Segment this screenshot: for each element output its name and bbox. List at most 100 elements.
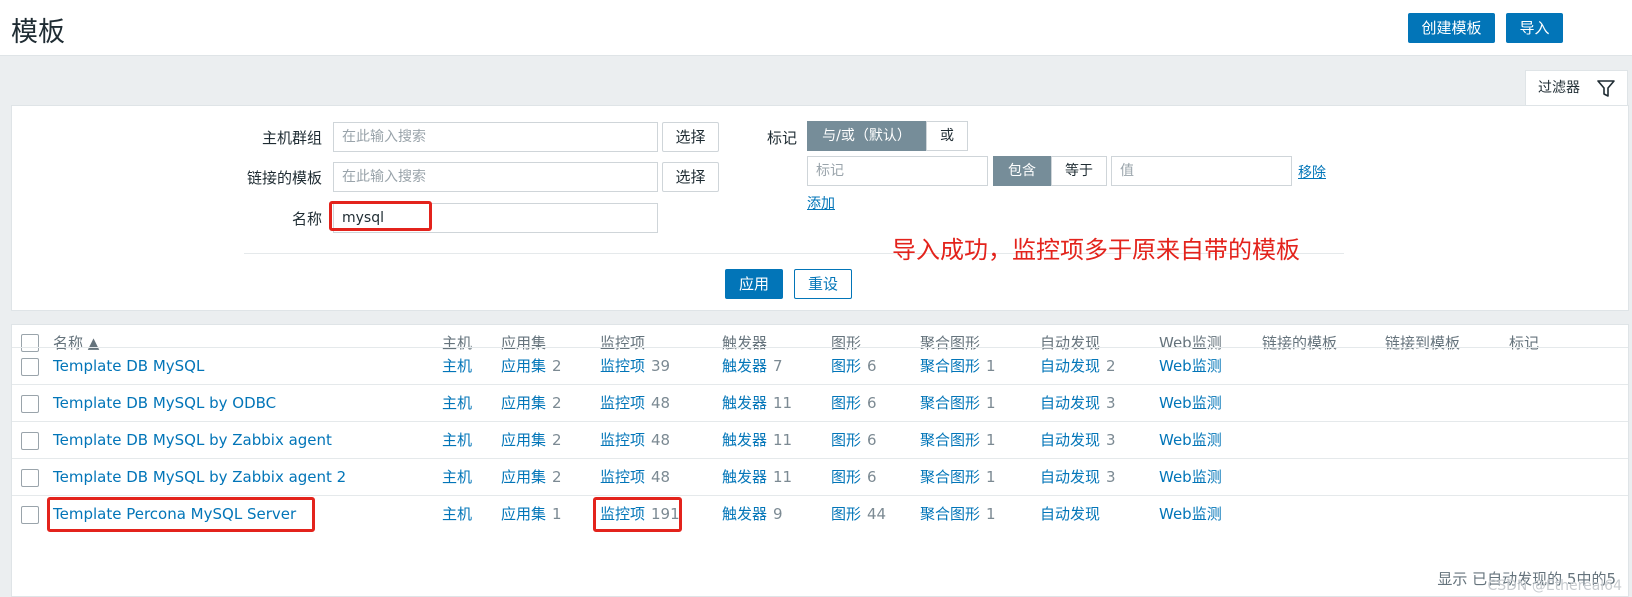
discovery-link[interactable]: 自动发现 [1040, 394, 1100, 412]
linked-template-input[interactable]: 在此输入搜索 [333, 162, 658, 192]
applications-count: 2 [552, 357, 562, 375]
linked-template-select-button[interactable]: 选择 [662, 162, 719, 192]
triggers-link[interactable]: 触发器 [722, 505, 767, 523]
items-count: 48 [651, 394, 671, 412]
discovery-link[interactable]: 自动发现 [1040, 431, 1100, 449]
cell-triggers: 触发器 11 [722, 422, 792, 460]
tag-remove-link[interactable]: 移除 [1298, 162, 1326, 182]
screens-link[interactable]: 聚合图形 [920, 394, 980, 412]
triggers-link[interactable]: 触发器 [722, 468, 767, 486]
screens-link[interactable]: 聚合图形 [920, 505, 980, 523]
items-link[interactable]: 监控项 [600, 505, 645, 523]
triggers-link[interactable]: 触发器 [722, 394, 767, 412]
cell-triggers: 触发器 7 [722, 348, 783, 386]
items-link[interactable]: 监控项 [600, 431, 645, 449]
screens-count: 1 [986, 468, 996, 486]
template-name-link[interactable]: Template DB MySQL by Zabbix agent [53, 422, 332, 460]
applications-count: 2 [552, 394, 562, 412]
cell-graphs: 图形 6 [831, 459, 877, 497]
triggers-link[interactable]: 触发器 [722, 357, 767, 375]
cell-items: 监控项 48 [600, 385, 670, 423]
triggers-count: 11 [773, 394, 793, 412]
screens-link[interactable]: 聚合图形 [920, 357, 980, 375]
tag-name-input[interactable]: 标记 [807, 156, 988, 186]
applications-count: 1 [552, 505, 562, 523]
web-link[interactable]: Web监测 [1159, 505, 1222, 523]
host-group-select-button[interactable]: 选择 [662, 122, 719, 152]
hosts-link[interactable]: 主机 [442, 394, 472, 412]
tag-op-contains[interactable]: 包含 [993, 156, 1051, 186]
template-name-link[interactable]: Template Percona MySQL Server [53, 496, 296, 534]
tag-value-input[interactable]: 值 [1111, 156, 1292, 186]
filter-tab[interactable]: 过滤器 [1525, 70, 1628, 106]
apply-button[interactable]: 应用 [725, 269, 783, 299]
filter-icon [1597, 80, 1615, 97]
row-checkbox[interactable] [21, 432, 39, 450]
graphs-link[interactable]: 图形 [831, 505, 861, 523]
discovery-count: 2 [1106, 357, 1116, 375]
discovery-link[interactable]: 自动发现 [1040, 357, 1100, 375]
row-checkbox[interactable] [21, 358, 39, 376]
template-name-link[interactable]: Template DB MySQL by ODBC [53, 385, 276, 423]
applications-link[interactable]: 应用集 [501, 357, 546, 375]
row-checkbox[interactable] [21, 395, 39, 413]
items-link[interactable]: 监控项 [600, 357, 645, 375]
reset-button[interactable]: 重设 [794, 269, 852, 299]
discovery-link[interactable]: 自动发现 [1040, 468, 1100, 486]
applications-link[interactable]: 应用集 [501, 505, 546, 523]
cell-web: Web监测 [1159, 422, 1222, 460]
create-template-button[interactable]: 创建模板 [1408, 13, 1495, 43]
template-name-link[interactable]: Template DB MySQL [53, 348, 204, 386]
import-button[interactable]: 导入 [1506, 13, 1563, 43]
tag-mode-or[interactable]: 或 [926, 121, 968, 151]
web-link[interactable]: Web监测 [1159, 431, 1222, 449]
items-count: 48 [651, 468, 671, 486]
cell-hosts: 主机 [442, 459, 472, 497]
items-count: 48 [651, 431, 671, 449]
tag-mode-and-or[interactable]: 与/或（默认） [807, 121, 926, 151]
hosts-link[interactable]: 主机 [442, 357, 472, 375]
cell-triggers: 触发器 11 [722, 459, 792, 497]
cell-items: 监控项 191 [600, 496, 680, 534]
web-link[interactable]: Web监测 [1159, 357, 1222, 375]
tag-add-link[interactable]: 添加 [807, 193, 835, 213]
host-group-input[interactable]: 在此输入搜索 [333, 122, 658, 152]
triggers-link[interactable]: 触发器 [722, 431, 767, 449]
web-link[interactable]: Web监测 [1159, 394, 1222, 412]
discovery-count: 3 [1106, 394, 1116, 412]
tags-label: 标记 [766, 129, 797, 147]
table-row: Template DB MySQL 主机 应用集 2 监控项 39 触发器 7 图形 6 聚合图形 1… [12, 347, 1628, 385]
applications-link[interactable]: 应用集 [501, 431, 546, 449]
filter-tab-label: 过滤器 [1538, 80, 1580, 96]
screens-link[interactable]: 聚合图形 [920, 431, 980, 449]
triggers-count: 11 [773, 431, 793, 449]
graphs-link[interactable]: 图形 [831, 394, 861, 412]
cell-discovery: 自动发现 3 [1040, 385, 1116, 423]
items-link[interactable]: 监控项 [600, 394, 645, 412]
row-checkbox[interactable] [21, 506, 39, 524]
tag-op-equals[interactable]: 等于 [1051, 156, 1107, 186]
graphs-count: 6 [867, 394, 877, 412]
name-input[interactable]: mysql [333, 203, 658, 233]
triggers-count: 11 [773, 468, 793, 486]
web-link[interactable]: Web监测 [1159, 468, 1222, 486]
hosts-link[interactable]: 主机 [442, 505, 472, 523]
hosts-link[interactable]: 主机 [442, 431, 472, 449]
templates-table: 名称 ▲ 主机 应用集 监控项 触发器 图形 聚合图形 自动发现 Web监测 链… [11, 324, 1629, 597]
cell-applications: 应用集 2 [501, 459, 562, 497]
cell-discovery: 自动发现 3 [1040, 422, 1116, 460]
template-name-link[interactable]: Template DB MySQL by Zabbix agent 2 [53, 459, 346, 497]
items-count: 191 [651, 505, 680, 523]
items-link[interactable]: 监控项 [600, 468, 645, 486]
applications-link[interactable]: 应用集 [501, 468, 546, 486]
graphs-link[interactable]: 图形 [831, 357, 861, 375]
applications-link[interactable]: 应用集 [501, 394, 546, 412]
screens-link[interactable]: 聚合图形 [920, 468, 980, 486]
hosts-link[interactable]: 主机 [442, 468, 472, 486]
cell-screens: 聚合图形 1 [920, 459, 996, 497]
graphs-link[interactable]: 图形 [831, 431, 861, 449]
row-checkbox[interactable] [21, 469, 39, 487]
table-row: Template DB MySQL by Zabbix agent 2 主机 应用集… [12, 458, 1628, 496]
discovery-link[interactable]: 自动发现 [1040, 505, 1100, 523]
graphs-link[interactable]: 图形 [831, 468, 861, 486]
